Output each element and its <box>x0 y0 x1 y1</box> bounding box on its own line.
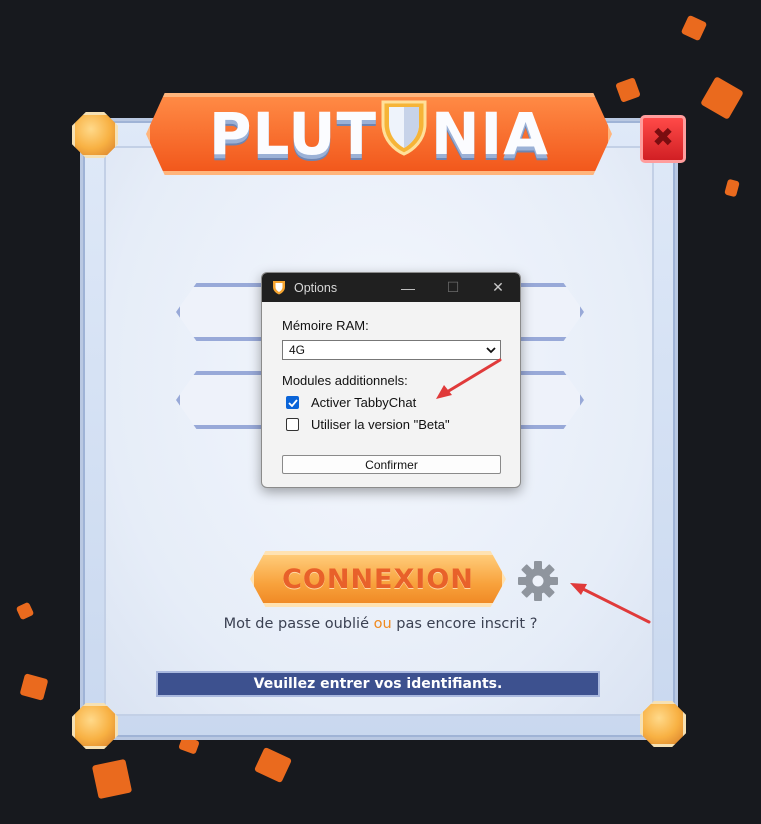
logo-banner: PLUT NIA <box>146 93 612 175</box>
status-text: Veuillez entrer vos identifiants. <box>253 676 503 692</box>
close-icon: ✖ <box>652 123 674 153</box>
register-link[interactable]: pas encore inscrit ? <box>396 616 537 632</box>
decor-square <box>615 77 641 103</box>
status-bar: Veuillez entrer vos identifiants. <box>156 671 600 697</box>
decor-square <box>724 178 740 198</box>
forgot-or: ou <box>373 616 392 632</box>
beta-label: Utiliser la version "Beta" <box>311 417 450 432</box>
connexion-label: CONNEXION <box>282 563 474 595</box>
dialog-titlebar[interactable]: Options — ☐ ✕ <box>262 273 520 302</box>
tabbychat-label: Activer TabbyChat <box>311 395 417 410</box>
frame-corner-bottom-right <box>640 701 686 747</box>
ram-label: Mémoire RAM: <box>282 318 369 333</box>
maximize-button: ☐ <box>446 279 460 295</box>
gear-icon[interactable] <box>516 559 560 603</box>
confirm-button[interactable]: Confirmer <box>282 455 501 474</box>
dialog-close-button[interactable]: ✕ <box>478 273 518 302</box>
annotation-arrow-tabbychat <box>436 358 502 399</box>
tabbychat-checkbox[interactable] <box>286 396 299 409</box>
check-icon <box>287 398 298 407</box>
option-tabbychat[interactable]: Activer TabbyChat <box>286 395 416 410</box>
ram-select-value: 4G <box>289 343 306 357</box>
chevron-down-icon <box>486 346 496 353</box>
shield-icon <box>379 98 429 170</box>
logo-text-right: NIA <box>431 100 550 168</box>
forgot-password-link[interactable]: Mot de passe oublié <box>224 616 369 632</box>
dialog-title: Options <box>294 280 338 295</box>
option-beta[interactable]: Utiliser la version "Beta" <box>286 417 450 432</box>
decor-square <box>700 76 744 120</box>
beta-checkbox[interactable] <box>286 418 299 431</box>
confirm-label: Confirmer <box>365 457 418 472</box>
decor-square <box>253 746 293 784</box>
decor-square <box>19 673 49 701</box>
minimize-button[interactable]: — <box>388 273 428 302</box>
connexion-button[interactable]: CONNEXION <box>250 551 506 607</box>
modules-label: Modules additionnels: <box>282 373 408 388</box>
decor-square <box>680 14 708 42</box>
logo-text: PLUT NIA <box>209 98 549 170</box>
logo-text-left: PLUT <box>208 100 378 168</box>
close-button[interactable]: ✖ <box>640 115 686 163</box>
frame-corner-bottom-left <box>72 703 118 749</box>
app-shield-icon <box>273 281 285 295</box>
annotation-arrow-gear <box>570 583 651 624</box>
decor-square <box>91 758 133 800</box>
